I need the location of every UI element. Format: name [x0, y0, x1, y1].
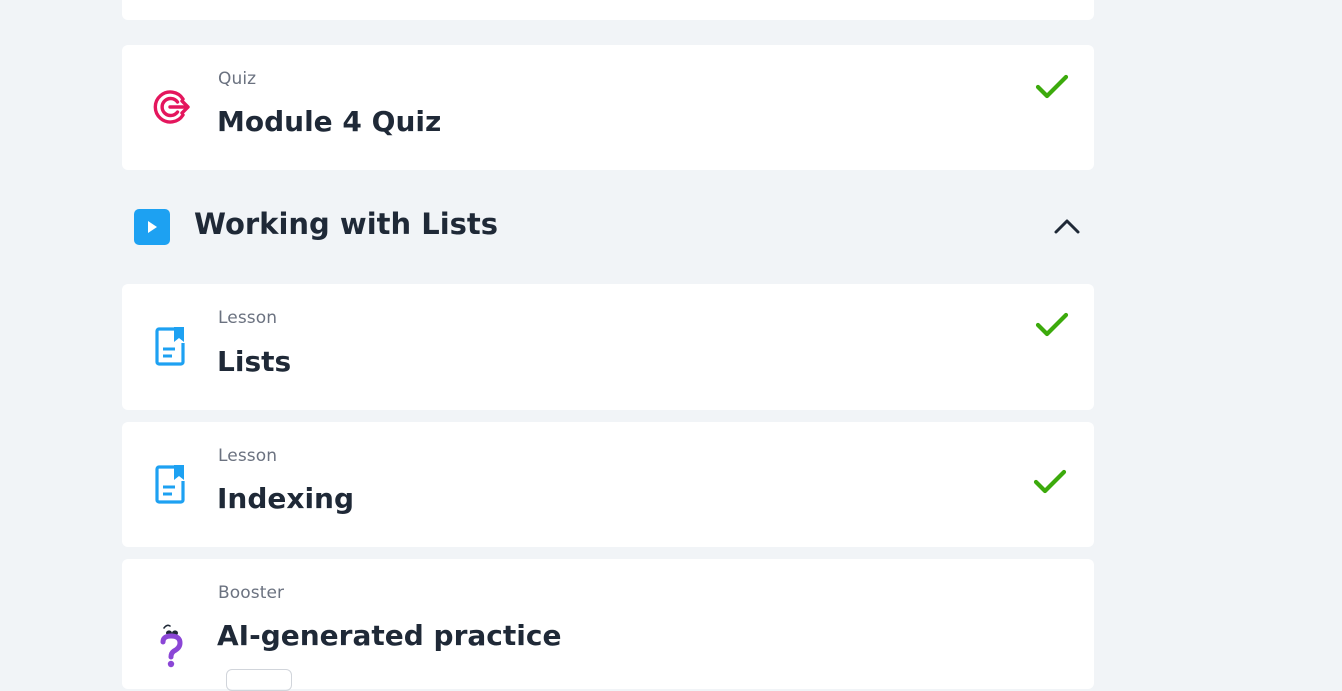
- target-icon: [150, 85, 190, 129]
- previous-item-card[interactable]: [122, 0, 1094, 20]
- item-title[interactable]: AI-generated practice: [217, 619, 561, 652]
- item-title[interactable]: Indexing: [217, 482, 354, 515]
- booster-tag: [226, 669, 292, 691]
- item-title[interactable]: Lists: [217, 345, 291, 378]
- section-title: Working with Lists: [194, 207, 499, 241]
- quiz-item-card[interactable]: Quiz Module 4 Quiz: [122, 45, 1094, 170]
- lesson-item-card-lists[interactable]: Lesson Lists: [122, 284, 1094, 410]
- item-type-label: Lesson: [218, 308, 278, 328]
- booster-item-card[interactable]: Booster AI-generated practice: [122, 559, 1094, 691]
- item-type-label: Quiz: [218, 69, 257, 89]
- item-type-label: Booster: [218, 583, 285, 603]
- section-header-working-with-lists[interactable]: Working with Lists: [122, 200, 1094, 256]
- completed-check-icon: [1033, 468, 1067, 496]
- lesson-document-icon: [150, 462, 190, 506]
- play-icon: [134, 209, 170, 245]
- lesson-item-card-indexing[interactable]: Lesson Indexing: [122, 422, 1094, 547]
- question-mark-icon: [151, 621, 191, 668]
- item-type-label: Lesson: [218, 446, 278, 466]
- item-title[interactable]: Module 4 Quiz: [217, 105, 441, 138]
- completed-check-icon: [1035, 73, 1069, 101]
- collapse-chevron-up-icon[interactable]: [1050, 212, 1084, 240]
- lesson-document-icon: [150, 324, 190, 368]
- completed-check-icon: [1035, 311, 1069, 339]
